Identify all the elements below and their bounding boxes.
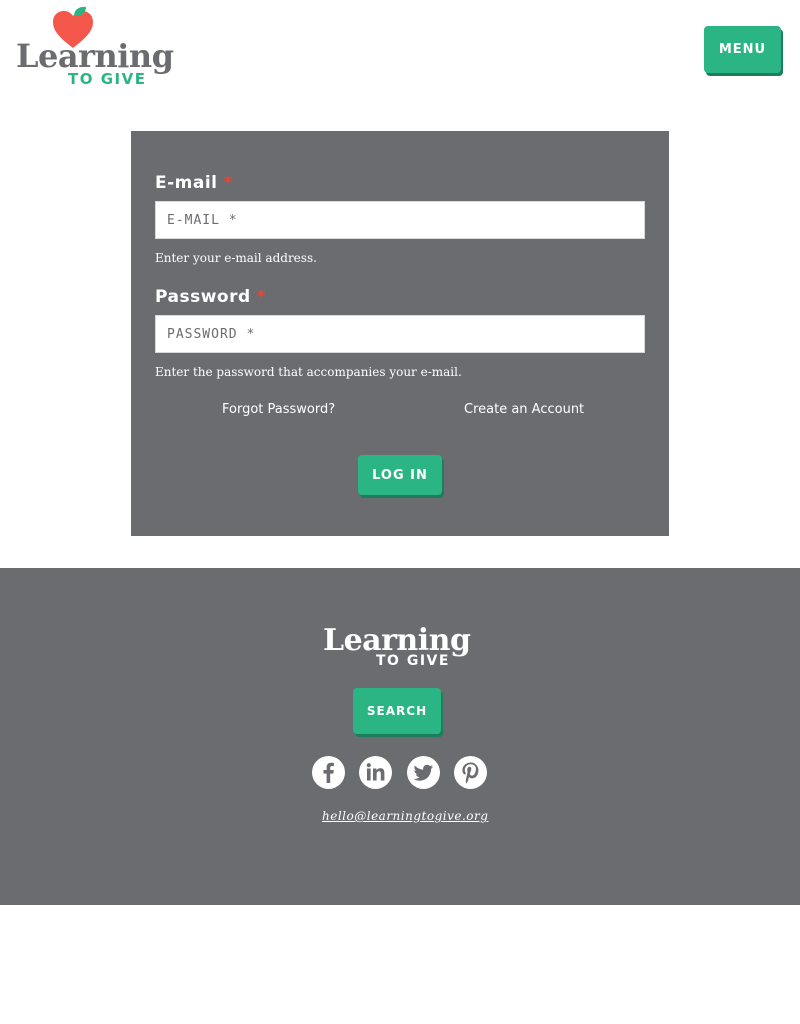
login-form: E-mail* Enter your e-mail address. Passw…: [131, 131, 669, 536]
footer-logo[interactable]: Learning TO GIVE: [323, 626, 483, 672]
email-label: E-mail *: [155, 173, 233, 193]
login-button[interactable]: LOG IN: [358, 455, 442, 495]
password-label: Password *: [155, 287, 266, 307]
pinterest-icon[interactable]: [454, 756, 487, 789]
facebook-icon[interactable]: [312, 756, 345, 789]
footer-logo-tagline: TO GIVE: [376, 653, 450, 669]
site-logo[interactable]: Learning TO GIVE: [16, 6, 174, 90]
email-required-mark: *: [223, 173, 233, 193]
password-help-text: Enter the password that accompanies your…: [155, 365, 462, 379]
site-header: Learning TO GIVE MENU: [0, 0, 800, 110]
forgot-password-link[interactable]: Forgot Password?: [222, 402, 335, 417]
twitter-icon[interactable]: [407, 756, 440, 789]
logo-wordmark: Learning: [16, 37, 174, 75]
create-account-link[interactable]: Create an Account: [464, 402, 584, 417]
logo-tagline: TO GIVE: [68, 70, 147, 88]
email-label-text: E-mail: [155, 173, 218, 193]
password-input[interactable]: [155, 315, 645, 353]
search-button[interactable]: SEARCH: [353, 688, 441, 734]
contact-email-link[interactable]: hello@learningtogive.org: [322, 809, 488, 823]
password-required-mark: *: [256, 287, 267, 307]
menu-button[interactable]: MENU: [704, 26, 781, 73]
site-footer: Learning TO GIVE SEARCH hello@learningto…: [0, 568, 800, 905]
linkedin-icon[interactable]: [359, 756, 392, 789]
email-help-text: Enter your e-mail address.: [155, 251, 317, 265]
password-label-text: Password: [155, 287, 251, 307]
email-input[interactable]: [155, 201, 645, 239]
footer-logo-wordmark: Learning: [323, 623, 471, 658]
